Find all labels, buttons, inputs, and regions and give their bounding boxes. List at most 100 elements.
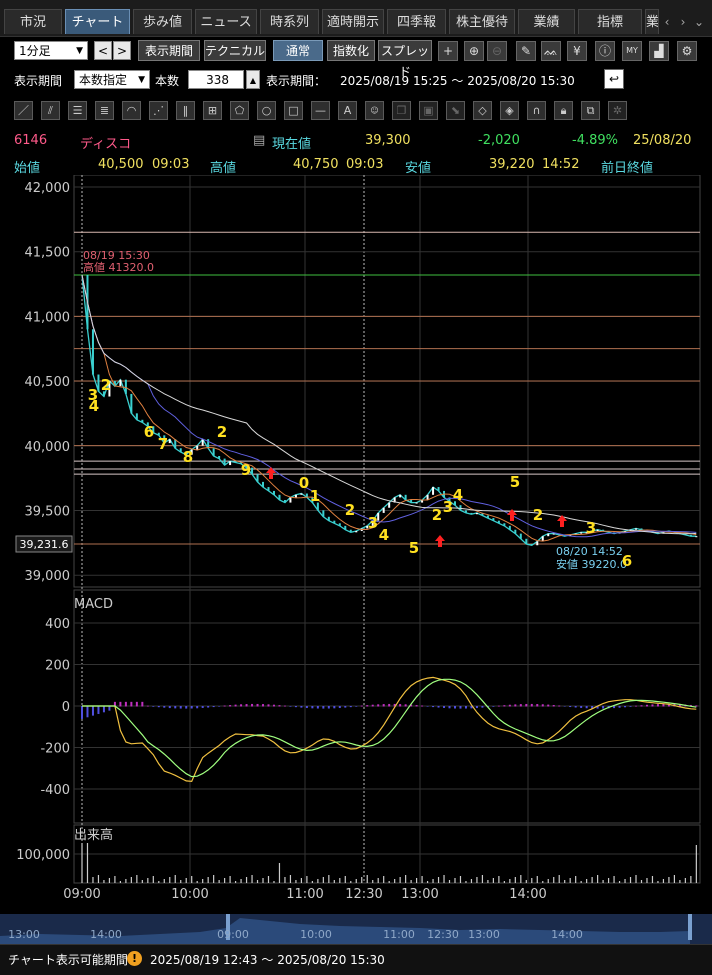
macd-tick-label: 0: [62, 700, 70, 715]
my-chart-icon[interactable]: MY: [622, 41, 642, 61]
tab-right-icon[interactable]: ›: [676, 12, 690, 32]
prev-button[interactable]: <: [94, 41, 112, 60]
zoom-out-icon[interactable]: ⊖: [487, 41, 507, 61]
horizontal-lines-icon[interactable]: ☰: [68, 101, 87, 120]
macd-histogram-bar: [541, 704, 544, 707]
channel-icon[interactable]: ⫽: [41, 101, 60, 120]
interval-select[interactable]: 1分足 ▼: [14, 41, 88, 60]
tab-chart[interactable]: チャート: [65, 9, 130, 34]
volume-bar: [245, 877, 248, 883]
volume-bar: [547, 879, 549, 883]
price-chart[interactable]: 08/19 15:30高値 41320.008/20 14:52安値 39220…: [0, 175, 712, 913]
candle: [179, 448, 182, 453]
tab-timeseries[interactable]: 時系列: [260, 9, 319, 34]
erase-all-icon[interactable]: ◈: [500, 101, 519, 120]
area-chart-icon[interactable]: ▟: [649, 41, 669, 61]
display-period-button[interactable]: 表示期間: [138, 40, 200, 61]
grid-icon[interactable]: ⊞: [203, 101, 222, 120]
period-mode-select[interactable]: 本数指定 ▼: [74, 70, 150, 89]
period-slider[interactable]: 13:00 14:00 09:00 10:00 11:00 12:30 13:00 14:00: [0, 914, 712, 944]
volume-bar: [465, 881, 467, 883]
candle: [294, 494, 297, 498]
slider-tick-label: 10:00: [300, 928, 332, 941]
macd-histogram-bar: [272, 704, 275, 707]
red-arrow-icon: [557, 515, 567, 527]
sequence-label: 0: [299, 474, 309, 492]
volume-bar: [448, 880, 451, 883]
tab-menu-icon[interactable]: ⌄: [692, 12, 706, 32]
info-icon[interactable]: ⓘ: [595, 41, 615, 61]
normal-button[interactable]: 通常: [273, 40, 323, 61]
vertical-lines-icon[interactable]: ‖: [176, 101, 195, 120]
spread-button[interactable]: スプレッド: [378, 40, 432, 79]
count-stepper-icon[interactable]: ▲: [246, 70, 260, 89]
macd-histogram-bar: [135, 701, 138, 707]
candle: [492, 518, 495, 521]
technical-button[interactable]: テクニカル: [204, 40, 266, 61]
macd-histogram-bar: [168, 706, 171, 709]
tab-disclosure[interactable]: 適時開示: [322, 9, 384, 34]
wave-icon[interactable]: ᨐ: [541, 41, 561, 61]
slider-right-handle[interactable]: [688, 914, 692, 940]
volume-bar: [624, 879, 626, 883]
text-icon[interactable]: A: [338, 101, 357, 120]
fan-icon[interactable]: ⋰: [149, 101, 168, 120]
macd-histogram-bar: [618, 706, 621, 708]
line-icon[interactable]: —: [311, 101, 330, 120]
volume-bar: [651, 876, 654, 883]
candle: [338, 523, 341, 526]
candle: [196, 445, 199, 450]
candle: [278, 494, 281, 500]
tab-overflow[interactable]: 業: [645, 9, 659, 34]
tab-indicators[interactable]: 指標: [578, 9, 642, 34]
candle: [464, 510, 467, 513]
layers-icon[interactable]: ⧉: [581, 101, 600, 120]
eraser-icon[interactable]: ◇: [473, 101, 492, 120]
volume-bar: [569, 878, 571, 883]
trendline-icon[interactable]: ／: [14, 101, 33, 120]
count-input[interactable]: 338: [188, 70, 244, 89]
volume-bar: [92, 877, 94, 883]
lock-icon[interactable]: 🔒︎: [554, 101, 573, 120]
yen-icon[interactable]: ¥: [567, 41, 587, 61]
pentagon-icon[interactable]: ⬠: [230, 101, 249, 120]
slider-tick-label: 14:00: [90, 928, 122, 941]
slider-tick-label: 09:00: [217, 928, 249, 941]
volume-bar: [366, 875, 368, 883]
zoom-in-icon[interactable]: ⊕: [464, 41, 484, 61]
tab-trades[interactable]: 歩み値: [133, 9, 192, 34]
volume-bar: [372, 880, 374, 883]
fib-retracement-icon[interactable]: ≣: [95, 101, 114, 120]
candle: [327, 516, 330, 521]
next-button[interactable]: >: [113, 41, 131, 60]
volume-bar: [426, 881, 429, 883]
undo-icon[interactable]: ↩: [604, 69, 624, 89]
circle-icon[interactable]: ○: [257, 101, 276, 120]
crosshair-icon[interactable]: +: [438, 41, 458, 61]
macd-histogram-bar: [300, 706, 303, 708]
macd-histogram-bar: [530, 703, 533, 707]
gear-disabled-icon: ✲: [608, 101, 627, 120]
macd-tick-label: -400: [40, 783, 70, 798]
tab-news[interactable]: ニュース: [195, 9, 257, 34]
tab-shikiho[interactable]: 四季報: [387, 9, 446, 34]
candle: [596, 529, 599, 532]
rectangle-icon[interactable]: □: [284, 101, 303, 120]
tab-left-icon[interactable]: ‹: [660, 12, 674, 32]
sequence-label: 7: [158, 435, 168, 453]
pencil-icon[interactable]: ✎: [516, 41, 536, 61]
tab-market[interactable]: 市況: [4, 9, 62, 34]
fib-arc-icon[interactable]: ◠: [122, 101, 141, 120]
volume-bar: [218, 880, 220, 883]
magnet-icon[interactable]: ∩: [527, 101, 546, 120]
settings-icon[interactable]: ⚙: [677, 41, 697, 61]
volume-bar: [487, 880, 489, 883]
index-button[interactable]: 指数化: [327, 40, 375, 61]
sequence-label: 5: [409, 539, 419, 557]
tab-yutai[interactable]: 株主優待: [449, 9, 515, 34]
macd-histogram-bar: [508, 704, 511, 707]
document-icon[interactable]: ▤: [253, 133, 265, 148]
tab-results[interactable]: 業績: [518, 9, 575, 34]
stamp-icon[interactable]: ☺: [365, 101, 384, 120]
macd-tick-label: -200: [40, 742, 70, 757]
